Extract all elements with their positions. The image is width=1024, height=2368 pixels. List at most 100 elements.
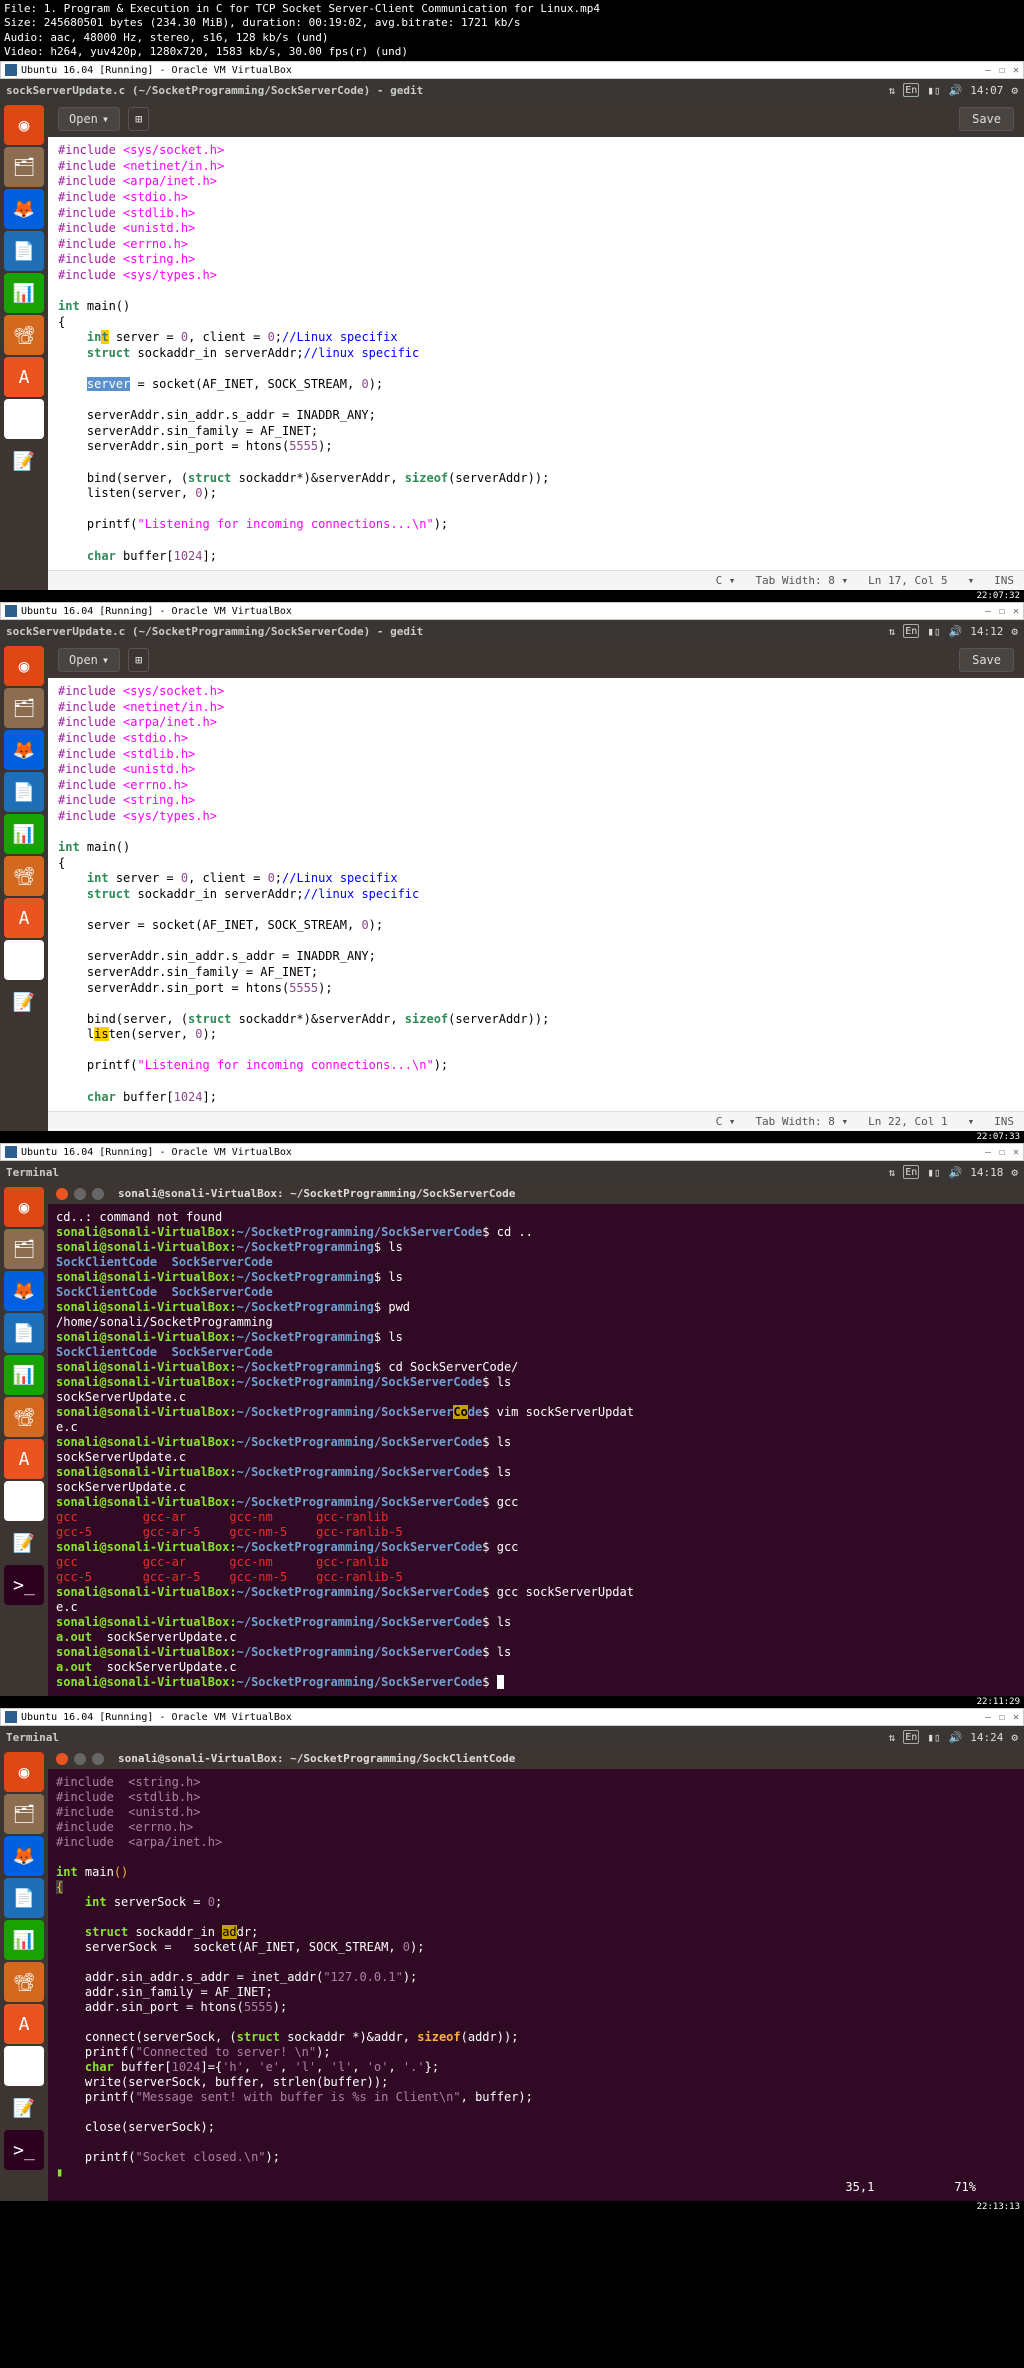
volume-icon[interactable]: 🔊 — [949, 1731, 963, 1744]
insert-mode[interactable]: ▾ INS — [968, 1115, 1014, 1128]
new-tab-icon[interactable]: ⊞ — [128, 107, 149, 131]
writer-icon[interactable]: 📄 — [4, 772, 44, 812]
volume-icon[interactable]: 🔊 — [949, 84, 963, 97]
save-button[interactable]: Save — [959, 107, 1014, 131]
writer-icon[interactable]: 📄 — [4, 1313, 44, 1353]
terminal-output[interactable]: cd..: command not found sonali@sonali-Vi… — [48, 1204, 1024, 1696]
file-info-header: File: 1. Program & Execution in C for TC… — [0, 0, 1024, 61]
gedit-icon[interactable]: 📝 — [4, 441, 44, 481]
software-icon[interactable]: A — [4, 357, 44, 397]
files-icon[interactable]: 🗂 — [4, 1794, 44, 1834]
files-icon[interactable]: 🗂 — [4, 147, 44, 187]
tab-width[interactable]: Tab Width: 8 ▾ — [755, 1115, 848, 1128]
impress-icon[interactable]: 📽 — [4, 1962, 44, 2002]
vim-editor[interactable]: #include <string.h> #include <stdlib.h> … — [48, 1769, 1024, 2201]
network-icon[interactable]: ⇅ — [889, 1166, 896, 1179]
minimize-icon[interactable] — [74, 1188, 86, 1200]
dash-icon[interactable]: ◉ — [4, 646, 44, 686]
software-icon[interactable]: A — [4, 1439, 44, 1479]
impress-icon[interactable]: 📽 — [4, 856, 44, 896]
lang-indicator[interactable]: En — [903, 1730, 919, 1744]
firefox-icon[interactable]: 🦊 — [4, 730, 44, 770]
battery-icon[interactable]: ▮▯ — [927, 84, 940, 97]
gedit-icon[interactable]: 📝 — [4, 2088, 44, 2128]
virtualbox-icon — [5, 605, 17, 617]
calc-icon[interactable]: 📊 — [4, 1920, 44, 1960]
file-name-line: File: 1. Program & Execution in C for TC… — [4, 2, 1020, 16]
vm-titlebar: Ubuntu 16.04 [Running] - Oracle VM Virtu… — [0, 61, 1024, 79]
open-button[interactable]: Open ▾ — [58, 107, 120, 131]
lang-selector[interactable]: C ▾ — [716, 574, 736, 587]
files-icon[interactable]: 🗂 — [4, 1229, 44, 1269]
clock[interactable]: 14:18 — [970, 1166, 1003, 1179]
gear-icon[interactable]: ⚙ — [1011, 84, 1018, 97]
vm-window-controls[interactable]: —☐✕ — [977, 65, 1019, 76]
amazon-icon[interactable]: a — [4, 1481, 44, 1521]
volume-icon[interactable]: 🔊 — [949, 625, 963, 638]
firefox-icon[interactable]: 🦊 — [4, 1836, 44, 1876]
terminal-title: sonali@sonali-VirtualBox: ~/SocketProgra… — [118, 1187, 515, 1200]
clock[interactable]: 14:24 — [970, 1731, 1003, 1744]
file-video-line: Video: h264, yuv420p, 1280x720, 1583 kb/… — [4, 45, 1020, 59]
firefox-icon[interactable]: 🦊 — [4, 1271, 44, 1311]
terminal-icon[interactable]: >_ — [4, 1565, 44, 1605]
dash-icon[interactable]: ◉ — [4, 1752, 44, 1792]
vm-titlebar: Ubuntu 16.04 [Running] - Oracle VM Virtu… — [0, 602, 1024, 620]
tab-width[interactable]: Tab Width: 8 ▾ — [755, 574, 848, 587]
gear-icon[interactable]: ⚙ — [1011, 1166, 1018, 1179]
calc-icon[interactable]: 📊 — [4, 273, 44, 313]
amazon-icon[interactable]: a — [4, 2046, 44, 2086]
vm-titlebar: Ubuntu 16.04 [Running] - Oracle VM Virtu… — [0, 1143, 1024, 1161]
window-title: sockServerUpdate.c (~/SocketProgramming/… — [6, 84, 423, 97]
gear-icon[interactable]: ⚙ — [1011, 625, 1018, 638]
software-icon[interactable]: A — [4, 2004, 44, 2044]
network-icon[interactable]: ⇅ — [889, 625, 896, 638]
amazon-icon[interactable]: a — [4, 399, 44, 439]
insert-mode[interactable]: ▾ INS — [968, 574, 1014, 587]
battery-icon[interactable]: ▮▯ — [927, 1731, 940, 1744]
gedit-statusbar: C ▾Tab Width: 8 ▾Ln 22, Col 1▾ INS — [48, 1111, 1024, 1131]
files-icon[interactable]: 🗂 — [4, 688, 44, 728]
writer-icon[interactable]: 📄 — [4, 1878, 44, 1918]
lang-selector[interactable]: C ▾ — [716, 1115, 736, 1128]
new-tab-icon[interactable]: ⊞ — [128, 648, 149, 672]
code-editor[interactable]: #include <sys/socket.h> #include <netine… — [48, 137, 1024, 570]
gedit-icon[interactable]: 📝 — [4, 982, 44, 1022]
lang-indicator[interactable]: En — [903, 83, 919, 97]
workspace: ◉🗂🦊📄📊📽Aa📝 Open ▾ ⊞ Save #include <sys/socket… — [0, 101, 1024, 590]
clock[interactable]: 14:12 — [970, 625, 1003, 638]
battery-icon[interactable]: ▮▯ — [927, 1166, 940, 1179]
gear-icon[interactable]: ⚙ — [1011, 1731, 1018, 1744]
open-button[interactable]: Open ▾ — [58, 648, 120, 672]
ubuntu-launcher: ◉🗂🦊📄📊📽Aa📝>_ — [0, 1748, 48, 2201]
minimize-icon[interactable] — [74, 1753, 86, 1765]
battery-icon[interactable]: ▮▯ — [927, 625, 940, 638]
lang-indicator[interactable]: En — [903, 1165, 919, 1179]
code-editor[interactable]: #include <sys/socket.h> #include <netine… — [48, 678, 1024, 1111]
amazon-icon[interactable]: a — [4, 940, 44, 980]
close-icon[interactable] — [56, 1188, 68, 1200]
maximize-icon[interactable] — [92, 1753, 104, 1765]
calc-icon[interactable]: 📊 — [4, 814, 44, 854]
network-icon[interactable]: ⇅ — [889, 84, 896, 97]
impress-icon[interactable]: 📽 — [4, 315, 44, 355]
network-icon[interactable]: ⇅ — [889, 1731, 896, 1744]
vm-window-controls[interactable]: —☐✕ — [977, 1712, 1019, 1723]
calc-icon[interactable]: 📊 — [4, 1355, 44, 1395]
software-icon[interactable]: A — [4, 898, 44, 938]
dash-icon[interactable]: ◉ — [4, 1187, 44, 1227]
clock[interactable]: 14:07 — [970, 84, 1003, 97]
writer-icon[interactable]: 📄 — [4, 231, 44, 271]
dash-icon[interactable]: ◉ — [4, 105, 44, 145]
save-button[interactable]: Save — [959, 648, 1014, 672]
firefox-icon[interactable]: 🦊 — [4, 189, 44, 229]
impress-icon[interactable]: 📽 — [4, 1397, 44, 1437]
close-icon[interactable] — [56, 1753, 68, 1765]
vm-window-controls[interactable]: —☐✕ — [977, 606, 1019, 617]
maximize-icon[interactable] — [92, 1188, 104, 1200]
gedit-icon[interactable]: 📝 — [4, 1523, 44, 1563]
lang-indicator[interactable]: En — [903, 624, 919, 638]
volume-icon[interactable]: 🔊 — [949, 1166, 963, 1179]
terminal-icon[interactable]: >_ — [4, 2130, 44, 2170]
vm-window-controls[interactable]: —☐✕ — [977, 1147, 1019, 1158]
